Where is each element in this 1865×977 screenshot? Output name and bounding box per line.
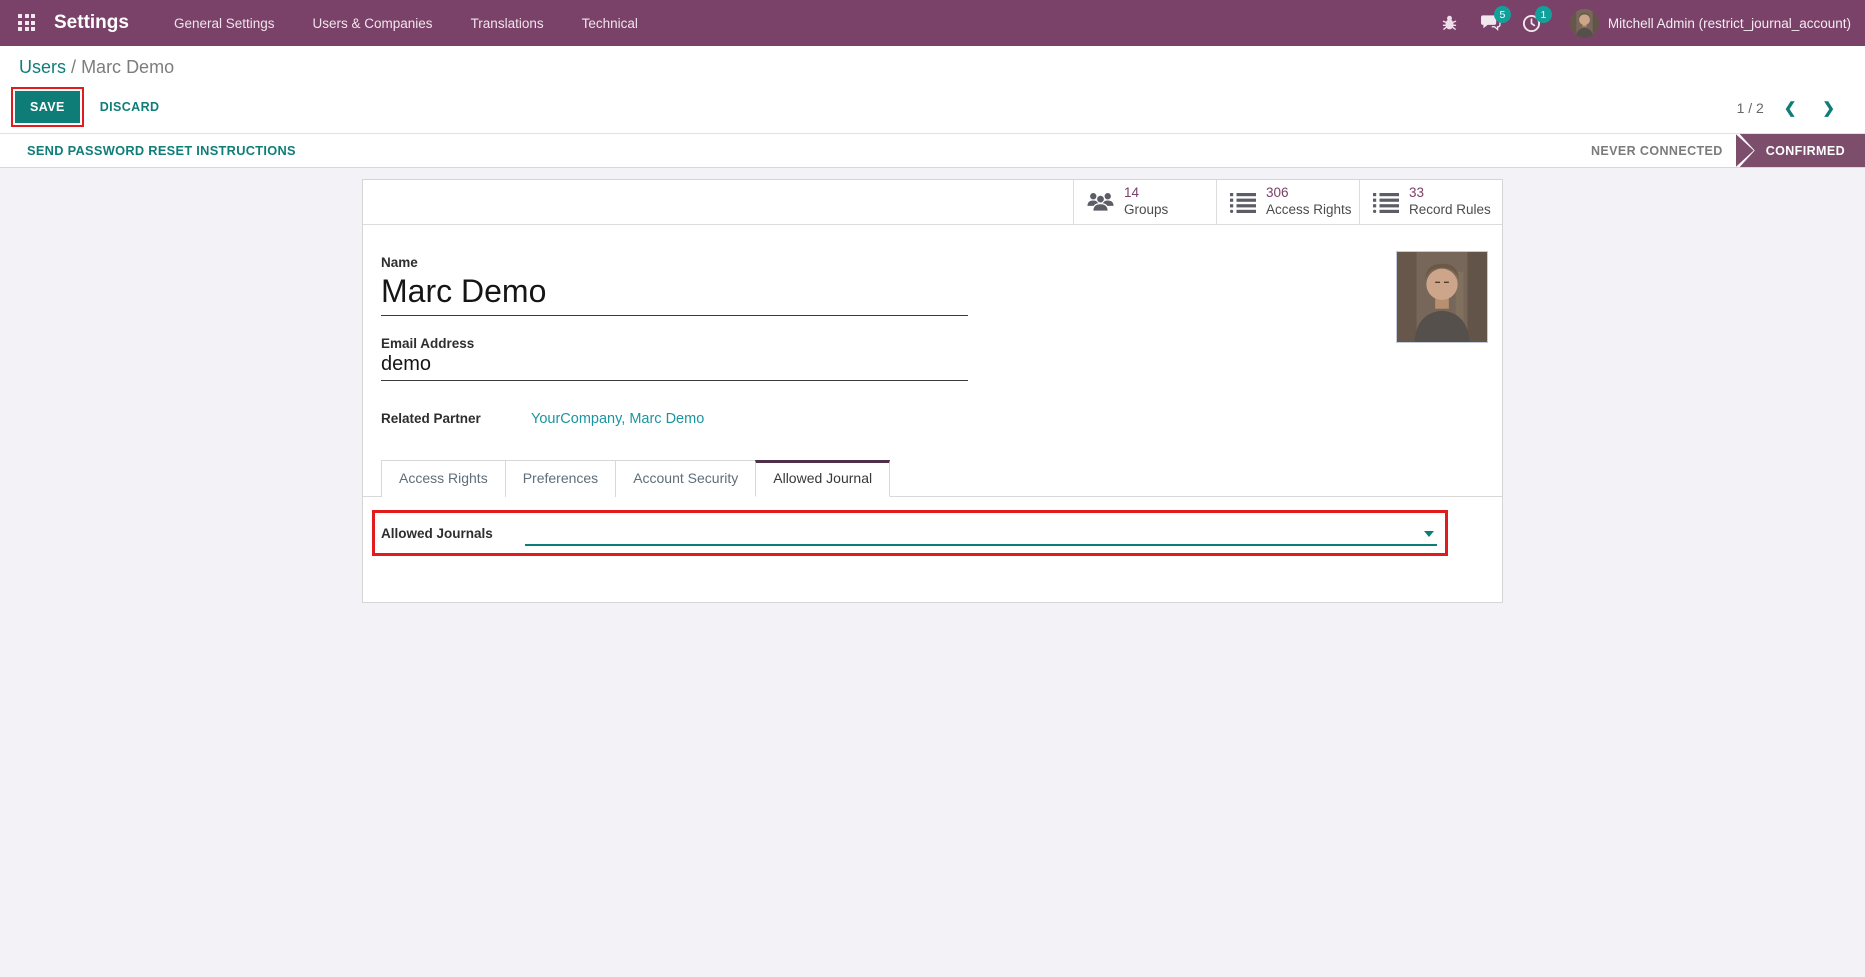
email-label: Email Address — [381, 336, 475, 351]
sheet-fields: Name Marc Demo Email Address demo Relate… — [363, 225, 1502, 427]
status-never-connected[interactable]: NEVER CONNECTED — [1591, 144, 1723, 158]
access-rights-label: Access Rights — [1266, 202, 1352, 217]
save-button[interactable]: SAVE — [15, 91, 80, 123]
breadcrumb-current: Marc Demo — [81, 57, 175, 77]
record-rules-count: 33 — [1409, 185, 1425, 201]
tab-access-rights[interactable]: Access Rights — [381, 460, 506, 497]
menu-users-companies[interactable]: Users & Companies — [294, 0, 452, 46]
page: Settings General Settings Users & Compan… — [0, 0, 1865, 977]
debug-bug-icon[interactable] — [1433, 7, 1467, 39]
nav-menu: General Settings Users & Companies Trans… — [155, 0, 657, 46]
breadcrumb-users-link[interactable]: Users — [19, 57, 66, 77]
allowed-journals-input[interactable] — [525, 519, 1437, 546]
control-panel-buttons: SAVE DISCARD — [11, 87, 1865, 127]
allowed-journal-panel: Allowed Journals — [363, 497, 1502, 602]
tab-preferences[interactable]: Preferences — [504, 460, 617, 497]
activities-badge: 1 — [1534, 6, 1552, 23]
activities-clock-icon[interactable]: 1 — [1515, 6, 1552, 39]
related-partner-label: Related Partner — [381, 411, 481, 426]
user-menu[interactable]: Mitchell Admin (restrict_journal_account… — [1569, 8, 1851, 38]
status-confirmed-badge[interactable]: CONFIRMED — [1739, 134, 1865, 167]
name-input[interactable]: Marc Demo — [381, 270, 968, 316]
groups-label: Groups — [1124, 202, 1169, 217]
tab-allowed-journal[interactable]: Allowed Journal — [755, 460, 891, 497]
form-view-body: 14 Groups 306 Access Rights 33 Record Rules… — [0, 168, 1865, 977]
menu-general-settings[interactable]: General Settings — [155, 0, 294, 46]
pager-next-icon[interactable]: ❯ — [1816, 97, 1841, 119]
pager-previous-icon[interactable]: ❮ — [1778, 97, 1803, 119]
send-password-reset-button[interactable]: SEND PASSWORD RESET INSTRUCTIONS — [27, 134, 296, 167]
stat-button-groups[interactable]: 14 Groups — [1073, 180, 1216, 224]
breadcrumb: Users / Marc Demo — [19, 57, 1865, 78]
apps-menu-icon[interactable] — [18, 14, 36, 32]
form-statusbar: SEND PASSWORD RESET INSTRUCTIONS NEVER C… — [0, 134, 1865, 168]
navbar-systray: 5 1 Mitchell Admin (restrict_journal_acc… — [1433, 6, 1851, 39]
record-rules-label: Record Rules — [1409, 202, 1491, 217]
menu-technical[interactable]: Technical — [563, 0, 657, 46]
user-avatar — [1569, 8, 1599, 38]
access-rights-count: 306 — [1266, 185, 1289, 201]
app-title[interactable]: Settings — [54, 12, 129, 34]
top-navbar: Settings General Settings Users & Compan… — [0, 0, 1865, 46]
name-label: Name — [381, 255, 418, 270]
user-photo[interactable] — [1396, 251, 1488, 343]
tab-account-security[interactable]: Account Security — [615, 460, 757, 497]
allowed-journals-label: Allowed Journals — [381, 526, 493, 541]
form-sheet: 14 Groups 306 Access Rights 33 Record Rules… — [362, 179, 1503, 603]
stat-button-access-rights[interactable]: 306 Access Rights — [1216, 180, 1359, 224]
record-pager: 1 / 2 ❮ ❯ — [1737, 97, 1841, 119]
allowed-journals-row: Allowed Journals — [381, 519, 1437, 546]
control-panel: Users / Marc Demo SAVE DISCARD 1 / 2 ❮ ❯ — [0, 46, 1865, 134]
related-partner-link[interactable]: YourCompany, Marc Demo — [531, 411, 704, 427]
breadcrumb-separator: / — [71, 57, 77, 77]
list-icon — [1373, 192, 1399, 213]
users-icon — [1087, 193, 1114, 212]
related-partner-row: Related Partner YourCompany, Marc Demo — [381, 411, 1484, 427]
user-name: Mitchell Admin (restrict_journal_account… — [1607, 15, 1851, 31]
messages-badge: 5 — [1493, 6, 1511, 23]
stat-button-box: 14 Groups 306 Access Rights 33 Record Rules — [363, 180, 1502, 225]
notebook-tabs: Access Rights Preferences Account Securi… — [363, 460, 1502, 497]
allowed-journals-highlight: Allowed Journals — [372, 510, 1448, 556]
email-field-group: Email Address demo — [381, 336, 968, 381]
list-icon — [1230, 192, 1256, 213]
email-input[interactable]: demo — [381, 351, 968, 381]
menu-translations[interactable]: Translations — [452, 0, 563, 46]
caret-down-icon[interactable] — [1424, 531, 1434, 537]
name-field-group: Name Marc Demo — [381, 255, 968, 316]
save-button-highlight: SAVE — [11, 87, 84, 127]
stat-button-record-rules[interactable]: 33 Record Rules — [1359, 180, 1502, 224]
pager-value: 1 / 2 — [1736, 100, 1764, 116]
messages-icon[interactable]: 5 — [1474, 6, 1511, 39]
status-pipeline: NEVER CONNECTED CONFIRMED — [1591, 134, 1865, 167]
groups-count: 14 — [1124, 185, 1140, 201]
discard-button[interactable]: DISCARD — [100, 100, 160, 114]
